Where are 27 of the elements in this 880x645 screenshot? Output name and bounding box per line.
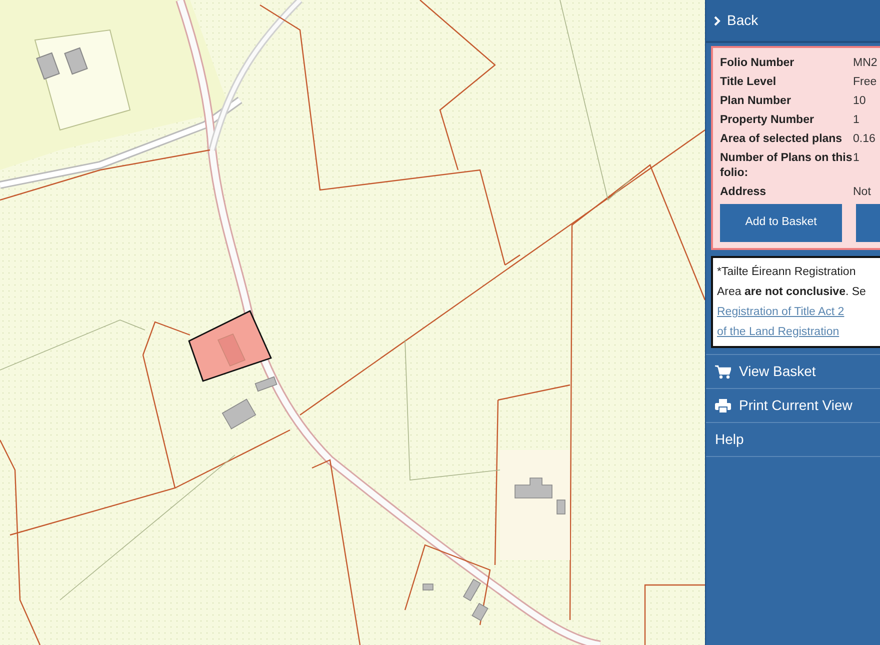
back-button[interactable]: Back xyxy=(706,0,880,43)
field-value: 0.16 xyxy=(853,132,876,147)
menu-item[interactable]: Help xyxy=(706,423,880,457)
field-label: Title Level xyxy=(720,75,778,90)
field-label: Area of selected plans xyxy=(720,132,844,147)
chevron-right-icon xyxy=(714,16,721,26)
field-label: Property Number xyxy=(720,113,815,128)
notice-text: *Tailte Éireann Registration xyxy=(717,264,857,280)
notice-text: Area are not conclusive. Se xyxy=(717,285,867,300)
field-label: Plan Number xyxy=(720,94,792,109)
notice-link[interactable]: of the Land Registration xyxy=(717,322,880,342)
printer-icon xyxy=(715,398,731,412)
field-value: 1 xyxy=(853,151,860,166)
field-label: Folio Number xyxy=(720,56,796,71)
notice-link[interactable]: Registration of Title Act 2 xyxy=(717,302,880,322)
field-value: 10 xyxy=(853,94,866,109)
map-drawing[interactable] xyxy=(0,0,705,645)
add-to-basket-button[interactable]: Add to Basket xyxy=(720,204,842,242)
field-value: Not xyxy=(853,185,871,200)
field-label: Number of Plans on this folio: xyxy=(720,151,853,181)
field-value: 1 xyxy=(853,113,860,128)
cart-icon xyxy=(715,364,731,378)
field-value: Free xyxy=(853,75,877,90)
menu-item[interactable]: Print Current View xyxy=(706,389,880,423)
field-value: MN2 xyxy=(853,56,878,71)
field-label: Address xyxy=(720,185,768,200)
menu-item[interactable]: View Basket xyxy=(706,355,880,389)
